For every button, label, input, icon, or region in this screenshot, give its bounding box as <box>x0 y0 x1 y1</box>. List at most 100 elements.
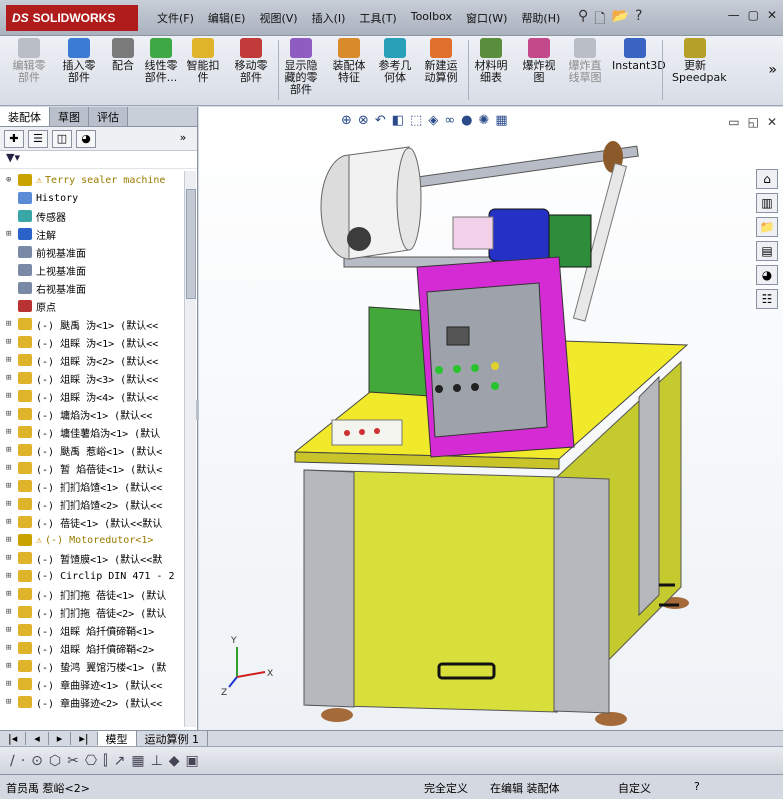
expand-toggle-icon[interactable]: ⊞ <box>6 229 16 239</box>
ribbon-button-11[interactable]: 爆炸视 图 <box>516 38 562 84</box>
tab-motion-study-1[interactable]: 运动算例 1 <box>137 730 209 747</box>
ribbon-more-icon[interactable]: » <box>768 62 777 78</box>
tree-item[interactable]: ⊞ (-) 扪扪拖 蓓徒<2> (默认 <box>0 603 184 621</box>
tree-item[interactable]: History <box>0 189 184 207</box>
minimize-icon[interactable]: — <box>728 8 740 22</box>
expand-toggle-icon[interactable]: ⊞ <box>6 643 16 653</box>
expand-toggle-icon[interactable]: ⊞ <box>6 625 16 635</box>
tree-item[interactable]: 上视基准面 <box>0 261 184 279</box>
panel-tab-2[interactable]: 评估 <box>89 107 128 126</box>
expand-toggle-icon[interactable]: ⊞ <box>6 499 16 509</box>
ribbon-button-5[interactable]: 移动零 部件 <box>228 38 274 84</box>
tree-item[interactable]: ⊞ (-) 蛰鸿 翼馆汅楼<1> (默 <box>0 657 184 675</box>
tree-item[interactable]: ⊞ (-) 俎睬 沩<1> (默认<< <box>0 333 184 351</box>
expand-toggle-icon[interactable]: ⊞ <box>6 535 16 545</box>
expand-toggle-icon[interactable]: ⊞ <box>6 517 16 527</box>
tree-item[interactable]: ⊞ (-) 墉佳薯焰沩<1> (默认 <box>0 423 184 441</box>
new-document-icon[interactable]: 🗋 <box>594 8 605 32</box>
tree-item[interactable]: ⊞ (-) 俎睬 沩<4> (默认<< <box>0 387 184 405</box>
machine-3d-model[interactable]: Y X Z <box>199 107 783 730</box>
expand-toggle-icon[interactable]: ⊞ <box>6 355 16 365</box>
menu-item-7[interactable]: 帮助(H) <box>514 10 567 26</box>
appearance-icon[interactable]: ◕ <box>76 129 96 148</box>
tree-item[interactable]: ⊞ (-) 暂馇膜<1> (默认<<默 <box>0 549 184 567</box>
expand-toggle-icon[interactable]: ⊞ <box>6 589 16 599</box>
expand-toggle-icon[interactable]: ⊞ <box>6 409 16 419</box>
expand-panel-icon[interactable]: » <box>173 130 193 148</box>
ribbon-button-6[interactable]: 显示隐 藏的零 部件 <box>278 38 324 96</box>
menu-item-0[interactable]: 文件(F) <box>150 10 201 26</box>
expand-toggle-icon[interactable]: ⊞ <box>6 391 16 401</box>
move-icon[interactable]: ↗ <box>114 753 126 769</box>
ribbon-button-9[interactable]: 新建运 动算例 <box>418 38 464 84</box>
ribbon-button-10[interactable]: 材料明 细表 <box>468 38 514 84</box>
tree-item[interactable]: ⊞ (-) Circlip DIN 471 - 2 <box>0 567 184 585</box>
menu-item-6[interactable]: 窗口(W) <box>459 10 514 26</box>
expand-toggle-icon[interactable]: ⊞ <box>6 571 16 581</box>
expand-toggle-icon[interactable]: ⊞ <box>6 481 16 491</box>
cube-icon[interactable]: ▣ <box>186 753 199 769</box>
nav-first-icon[interactable]: |◂ <box>0 732 27 745</box>
tree-scrollbar[interactable] <box>184 171 196 727</box>
tree-item[interactable]: ⊞ (-) 俎睬 焰扦僨碲鞘<1> <box>0 621 184 639</box>
tree-item[interactable]: 原点 <box>0 297 184 315</box>
grid-icon[interactable]: ▦ <box>131 753 144 769</box>
expand-toggle-icon[interactable]: ⊞ <box>6 427 16 437</box>
tree-item[interactable]: ⊞ ⚠ (-) Motoredutor<1> <box>0 531 184 549</box>
ribbon-button-13[interactable]: Instant3D <box>612 38 666 72</box>
expand-toggle-icon[interactable]: ⊞ <box>6 373 16 383</box>
close-icon[interactable]: ✕ <box>767 8 777 22</box>
ribbon-button-14[interactable]: 更新 Speedpak <box>672 38 727 84</box>
feature-tree-icon[interactable]: ✚ <box>4 129 24 148</box>
ribbon-button-4[interactable]: 智能扣 件 <box>180 38 226 84</box>
status-units[interactable]: 自定义 <box>618 780 651 796</box>
pin-icon[interactable]: ⚲ <box>578 8 588 32</box>
ribbon-button-0[interactable]: 编辑零 部件 <box>6 38 52 84</box>
expand-toggle-icon[interactable]: ⊞ <box>6 319 16 329</box>
restore-icon[interactable]: ▢ <box>748 8 759 22</box>
expand-toggle-icon[interactable]: ⊞ <box>6 445 16 455</box>
filter-icon[interactable]: ▼▾ <box>6 151 20 164</box>
menu-item-4[interactable]: 工具(T) <box>352 10 403 26</box>
circle-icon[interactable]: ⊙ <box>31 753 43 769</box>
tree-item[interactable]: ⊞ (-) 扪扪拖 蓓徒<1> (默认 <box>0 585 184 603</box>
menu-item-1[interactable]: 编辑(E) <box>201 10 253 26</box>
tree-item[interactable]: 传感器 <box>0 207 184 225</box>
menu-item-2[interactable]: 视图(V) <box>252 10 304 26</box>
polygon-icon[interactable]: ⬡ <box>49 753 61 769</box>
configuration-icon[interactable]: ◫ <box>52 129 72 148</box>
tree-item[interactable]: 前视基准面 <box>0 243 184 261</box>
filter-row[interactable]: ▼▾ <box>0 151 197 169</box>
expand-toggle-icon[interactable]: ⊞ <box>6 697 16 707</box>
expand-toggle-icon[interactable]: ⊞ <box>6 679 16 689</box>
expand-toggle-icon[interactable]: ⊞ <box>6 607 16 617</box>
tree-item[interactable]: ⊞ (-) 暂 焰蓓徒<1> (默认< <box>0 459 184 477</box>
tree-item[interactable]: ⊞ (-) 俎睬 沩<3> (默认<< <box>0 369 184 387</box>
tree-item[interactable]: ⊞ (-) 章曲驿迹<2> (默认<< <box>0 693 184 711</box>
offset-icon[interactable]: ⎔ <box>85 753 97 769</box>
help-icon[interactable]: ? <box>635 8 642 32</box>
graphics-viewport[interactable]: ⊕ ⊗ ↶ ◧ ⬚ ◈ ∞ ● ✺ ▦ ▭ ◱ ✕ ⌂ ▥ 📁 ▤ ◕ ☷ Y … <box>199 107 783 730</box>
tree-item[interactable]: ⊞ (-) 扪扪焰馇<1> (默认<< <box>0 477 184 495</box>
expand-toggle-icon[interactable]: ⊞ <box>6 661 16 671</box>
relations-icon[interactable]: ⊥ <box>151 753 163 769</box>
nav-next-icon[interactable]: ▸ <box>49 732 72 745</box>
tree-item[interactable]: ⊕ ⚠ Terry sealer machine <box>0 171 184 189</box>
tree-item[interactable]: ⊞ (-) 蓓徒<1> (默认<<默认 <box>0 513 184 531</box>
tab-model[interactable]: 模型 <box>97 730 137 747</box>
panel-tab-1[interactable]: 草图 <box>50 107 89 126</box>
tree-item[interactable]: ⊞ (-) 颫禹 沩<1> (默认<< <box>0 315 184 333</box>
ribbon-button-12[interactable]: 爆炸直 线草图 <box>562 38 608 84</box>
mirror-icon[interactable]: ⫿ <box>103 753 107 769</box>
menu-item-3[interactable]: 插入(I) <box>305 10 353 26</box>
tree-item[interactable]: ⊞ (-) 墉焰沩<1> (默认<< <box>0 405 184 423</box>
ribbon-button-3[interactable]: 线性零 部件... <box>138 38 184 84</box>
tree-item[interactable]: ⊞ (-) 俎睬 焰扦僨碲鞘<2> <box>0 639 184 657</box>
tree-item[interactable]: ⊞ 注解 <box>0 225 184 243</box>
expand-toggle-icon[interactable]: ⊞ <box>6 463 16 473</box>
ribbon-button-8[interactable]: 参考几 何体 <box>372 38 418 84</box>
3d-sketch-icon[interactable]: ◆ <box>169 753 180 769</box>
scrollbar-thumb[interactable] <box>186 189 196 299</box>
panel-tab-0[interactable]: 装配体 <box>0 107 50 126</box>
trim-icon[interactable]: ✂ <box>67 753 79 769</box>
